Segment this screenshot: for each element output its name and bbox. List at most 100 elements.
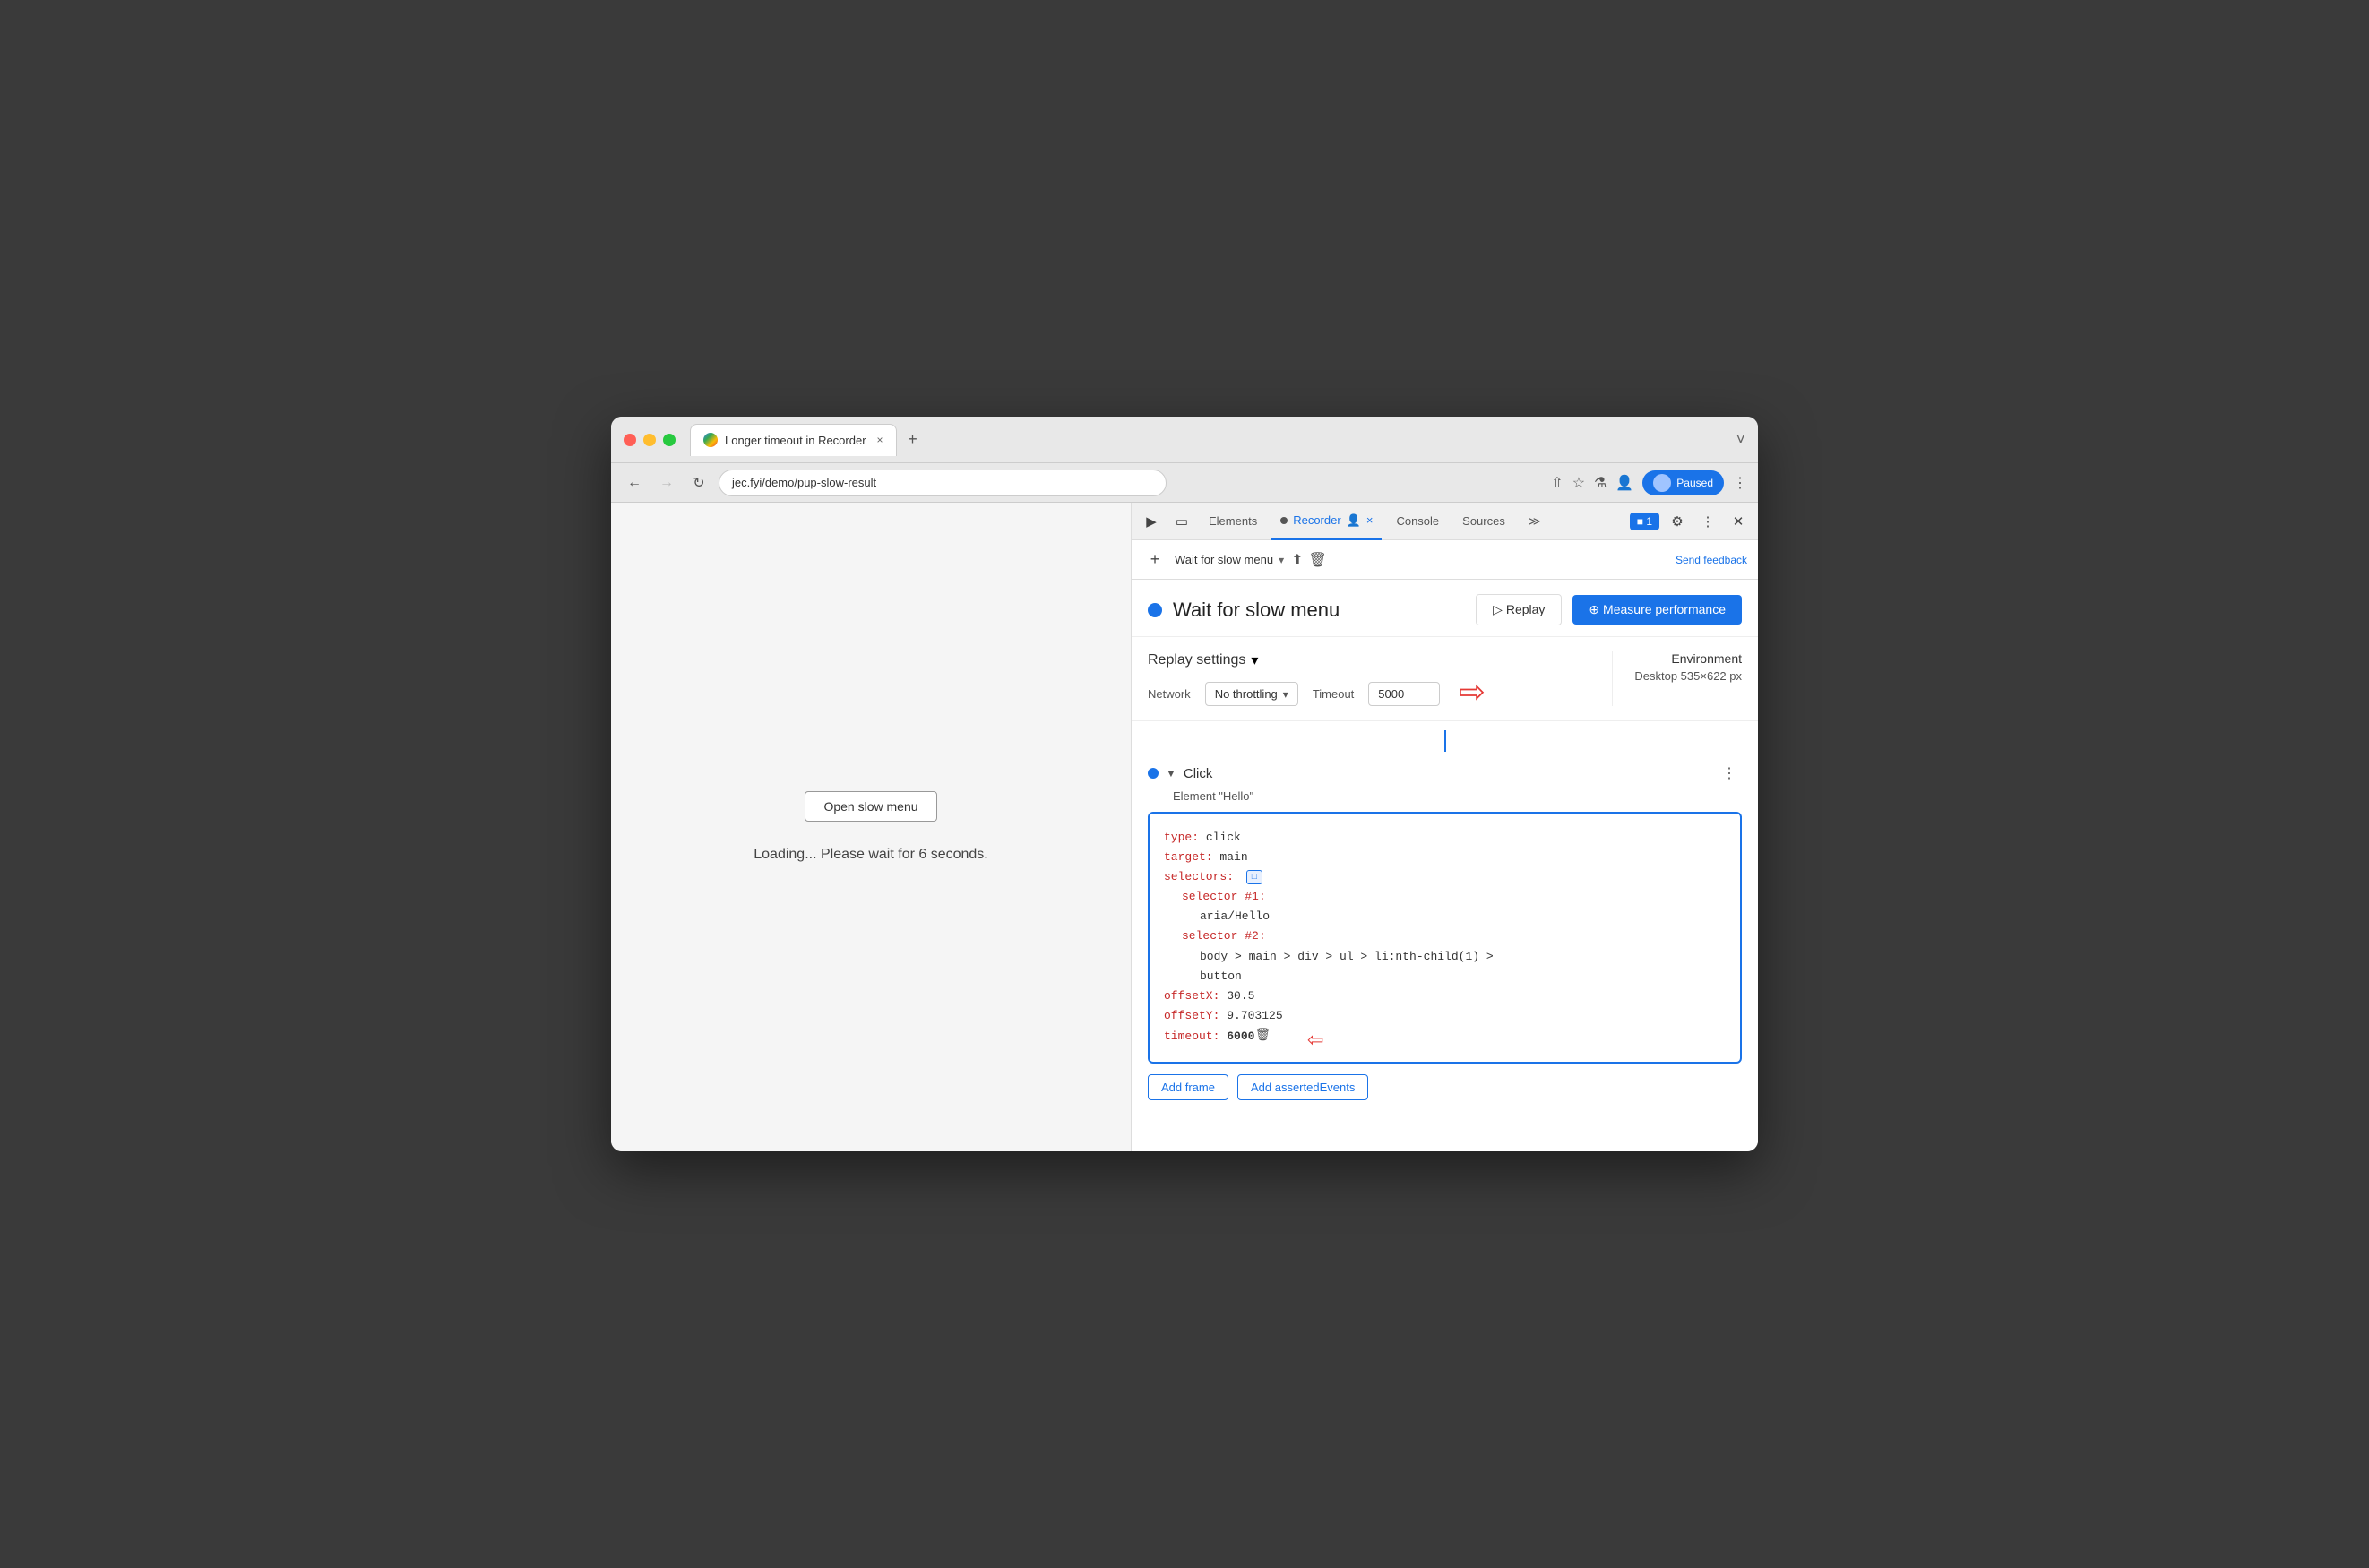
network-throttling-dropdown[interactable]: No throttling ▾ [1205, 682, 1298, 706]
bookmark-icon[interactable]: ☆ [1572, 474, 1585, 492]
devtools-toolbar: ▶ ▭ Elements Recorder 👤 × Console Source… [1132, 503, 1758, 540]
send-feedback-link[interactable]: Send feedback [1676, 554, 1747, 566]
settings-env-divider [1612, 651, 1613, 706]
add-asserted-events-btn[interactable]: Add assertedEvents [1237, 1074, 1368, 1100]
timeout-input[interactable] [1368, 682, 1440, 706]
timeout-input-container: ⇦ [1368, 682, 1440, 706]
replay-settings-header: Replay settings ▾ [1148, 651, 1590, 669]
title-bar: Longer timeout in Recorder × + ˅ [611, 417, 1758, 463]
delete-recording-icon[interactable]: 🗑 [1309, 551, 1327, 569]
timeout-red-arrow-annotation: ⇦ [1458, 673, 1485, 711]
recorder-tab-icon: 👤 [1347, 513, 1361, 528]
step-dot [1148, 768, 1159, 779]
settings-row: Network No throttling ▾ Timeout ⇦ [1148, 682, 1590, 706]
devtools-more-icon[interactable]: ⋮ [1695, 509, 1720, 534]
back-btn[interactable]: ← [622, 470, 647, 495]
new-tab-btn[interactable]: + [900, 427, 926, 452]
address-text: jec.fyi/demo/pup-slow-result [732, 476, 876, 489]
tab-bar: Longer timeout in Recorder × + [690, 424, 1727, 456]
recording-indicator [1148, 603, 1162, 617]
close-traffic-light[interactable] [624, 434, 636, 446]
code-s1-key: selector #1: [1164, 887, 1726, 907]
paused-label: Paused [1676, 477, 1713, 489]
forward-btn[interactable]: → [654, 470, 679, 495]
step-connector [1132, 728, 1758, 754]
timeout-label: Timeout [1313, 687, 1354, 701]
profile-icon[interactable]: 👤 [1615, 474, 1633, 492]
code-block: type: click target: main selectors: □ se… [1148, 812, 1742, 1064]
replay-settings-chevron-icon[interactable]: ▾ [1251, 651, 1258, 669]
code-offsety-key: offsetY: [1164, 1009, 1219, 1022]
extension-icon[interactable]: ⚗ [1594, 474, 1607, 492]
replay-settings-title: Replay settings [1148, 652, 1245, 668]
settings-gear-icon[interactable]: ⚙ [1665, 509, 1690, 534]
mac-window: Longer timeout in Recorder × + ˅ ← → ↻ j… [611, 417, 1758, 1151]
maximize-traffic-light[interactable] [663, 434, 676, 446]
measure-performance-btn[interactable]: ⊕ Measure performance [1572, 595, 1742, 625]
open-slow-menu-btn[interactable]: Open slow menu [805, 791, 936, 822]
tab-close-btn[interactable]: × [877, 434, 883, 446]
code-offsetx-key: offsetX: [1164, 989, 1219, 1003]
code-type-val: click [1199, 831, 1241, 844]
code-target-val: main [1213, 850, 1248, 864]
device-icon[interactable]: ▭ [1169, 509, 1194, 534]
tab-console[interactable]: Console [1387, 503, 1448, 540]
tab-sources[interactable]: Sources [1453, 503, 1514, 540]
tab-more[interactable]: ≫ [1520, 503, 1550, 540]
code-s1-val: aria/Hello [1164, 907, 1726, 926]
tab-title: Longer timeout in Recorder [725, 434, 866, 447]
export-recording-icon[interactable]: ⬆ [1291, 551, 1303, 569]
recording-title: Wait for slow menu [1173, 599, 1465, 622]
address-input[interactable]: jec.fyi/demo/pup-slow-result [719, 470, 1167, 496]
recorder-header: + Wait for slow menu ▾ ⬆ 🗑 Send feedback [1132, 540, 1758, 580]
step-more-btn[interactable]: ⋮ [1717, 761, 1742, 786]
inspector-icon[interactable]: ▶ [1139, 509, 1164, 534]
network-label: Network [1148, 687, 1191, 701]
recorder-header-icons: ⬆ 🗑 [1291, 551, 1327, 569]
paused-badge[interactable]: Paused [1642, 470, 1724, 495]
address-bar: ← → ↻ jec.fyi/demo/pup-slow-result ⇧ ☆ ⚗… [611, 463, 1758, 503]
menu-icon[interactable]: ⋮ [1733, 474, 1747, 492]
code-offsety-val: 9.703125 [1219, 1009, 1282, 1022]
dropdown-chevron-icon: ▾ [1279, 554, 1284, 566]
active-tab[interactable]: Longer timeout in Recorder × [690, 424, 897, 456]
step-timeout-red-arrow-annotation: ⇦ [1307, 1019, 1323, 1064]
step-element-desc: Element "Hello" [1173, 789, 1742, 803]
recorder-dot [1280, 517, 1288, 524]
step-expand-chevron-icon[interactable]: ▼ [1166, 767, 1176, 780]
recorder-tab-close[interactable]: × [1366, 513, 1374, 527]
code-s2-key: selector #2: [1164, 926, 1726, 946]
tab-elements[interactable]: Elements [1200, 503, 1266, 540]
network-value-text: No throttling [1215, 687, 1278, 701]
share-icon[interactable]: ⇧ [1551, 474, 1563, 492]
code-s2-val2: button [1164, 967, 1726, 986]
code-timeout-val-container: 6000 🗑 ⇦ [1227, 1026, 1271, 1047]
steps-area: ▼ Click ⋮ Element "Hello" type: click ta… [1132, 721, 1758, 1151]
settings-left: Replay settings ▾ Network No throttling … [1148, 651, 1590, 706]
devtools-close-icon[interactable]: ✕ [1726, 509, 1751, 534]
delete-timeout-icon[interactable]: 🗑 [1254, 1026, 1271, 1047]
add-frame-btn[interactable]: Add frame [1148, 1074, 1228, 1100]
replay-btn[interactable]: ▷ Replay [1476, 594, 1562, 625]
code-type-key: type: [1164, 831, 1199, 844]
environment-section: Environment Desktop 535×622 px [1634, 651, 1742, 683]
paused-avatar [1653, 474, 1671, 492]
step-line [1444, 730, 1446, 752]
chat-badge[interactable]: ■ 1 [1630, 513, 1659, 530]
window-chevron: ˅ [1736, 430, 1745, 449]
recording-name-dropdown[interactable]: Wait for slow menu ▾ [1175, 553, 1284, 566]
devtools-panel: ▶ ▭ Elements Recorder 👤 × Console Source… [1131, 503, 1758, 1151]
replay-settings-section: Replay settings ▾ Network No throttling … [1132, 637, 1758, 721]
selector-icon[interactable]: □ [1246, 870, 1262, 884]
code-target-key: target: [1164, 850, 1213, 864]
minimize-traffic-light[interactable] [643, 434, 656, 446]
reload-btn[interactable]: ↻ [686, 470, 711, 495]
add-recording-btn[interactable]: + [1142, 547, 1167, 573]
traffic-lights [624, 434, 676, 446]
tab-recorder[interactable]: Recorder 👤 × [1271, 503, 1382, 540]
settings-and-env: Replay settings ▾ Network No throttling … [1148, 651, 1742, 706]
content-area: Open slow menu Loading... Please wait fo… [611, 503, 1758, 1151]
loading-text: Loading... Please wait for 6 seconds. [754, 847, 988, 863]
click-step: ▼ Click ⋮ Element "Hello" type: click ta… [1132, 754, 1758, 1107]
code-offsetx-val: 30.5 [1219, 989, 1254, 1003]
